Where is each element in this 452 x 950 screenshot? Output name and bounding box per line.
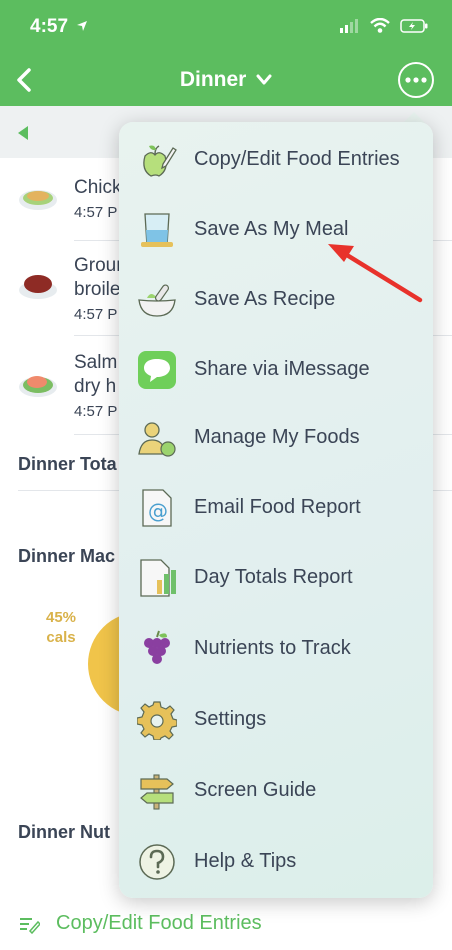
beef-thumbnail [19,275,57,299]
location-icon [77,21,87,31]
previous-arrow-icon[interactable] [18,126,28,140]
menu-item-label: Nutrients to Track [194,637,351,659]
chicken-thumbnail [19,190,57,210]
menu-item-label: Settings [194,708,267,730]
food-time: 4:57 P [74,306,118,323]
menu-item-label: Save As Recipe [194,288,336,310]
menu-item-label: Manage My Foods [194,426,360,448]
email-document-icon: @ [142,489,172,527]
status-time: 4:57 [30,16,69,37]
glass-icon [141,213,173,247]
food-time: 4:57 P [74,403,118,420]
dinner-nutrients-heading: Dinner Nut [18,822,110,842]
macro-unit: cals [46,629,76,646]
menu-item-nutrients-track[interactable]: Nutrients to Track [119,619,433,679]
signal-icon [340,18,358,33]
battery-icon [400,18,428,33]
menu-item-email-report[interactable]: @ Email Food Report [119,478,433,538]
status-bar: 4:57 [0,0,452,56]
apple-pencil-icon [143,145,177,177]
salmon-thumbnail [19,376,57,397]
grapes-icon [144,630,170,664]
menu-item-day-totals[interactable]: Day Totals Report [119,548,433,608]
macro-percent: 45% [45,609,77,626]
menu-item-label: Help & Tips [194,850,297,872]
food-name: Salm dry h [74,352,118,397]
dinner-totals-heading: Dinner Tota [18,454,117,474]
more-options-button[interactable] [398,62,434,98]
signpost-icon [140,774,174,810]
menu-item-help-tips[interactable]: Help & Tips [119,832,433,892]
svg-text:@: @ [148,499,168,523]
menu-item-label: Email Food Report [194,496,361,518]
chevron-down-icon [256,74,272,85]
copy-edit-link[interactable]: Copy/Edit Food Entries [18,912,262,935]
wifi-icon [370,18,390,33]
menu-item-screen-guide[interactable]: Screen Guide [119,761,433,821]
food-name: Chick [74,177,122,198]
menu-item-label: Share via iMessage [194,358,370,380]
nav-title-dropdown[interactable]: Dinner [0,68,452,92]
menu-item-label: Day Totals Report [194,566,353,588]
bar-report-icon [140,559,176,597]
nav-title: Dinner [179,68,247,91]
status-icons [340,18,428,33]
gear-icon [137,701,177,740]
person-apple-icon [138,422,176,457]
annotation-arrow-icon [328,244,423,303]
menu-item-settings[interactable]: Settings [119,690,433,750]
food-time: 4:57 P [74,204,118,221]
nav-bar: Dinner [0,56,452,106]
dinner-macros-heading: Dinner Mac [18,546,116,566]
menu-item-label: Copy/Edit Food Entries [194,148,400,170]
message-bubble-icon [138,351,176,389]
menu-item-label: Screen Guide [194,779,317,801]
menu-item-manage-foods[interactable]: Manage My Foods [119,408,433,468]
menu-item-share-imessage[interactable]: Share via iMessage [119,340,433,400]
ellipsis-icon [405,77,427,83]
menu-item-copy-edit[interactable]: Copy/Edit Food Entries [119,130,433,190]
mortar-bowl-icon [138,284,176,317]
edit-list-icon [20,917,40,934]
question-icon [139,844,175,880]
copy-edit-label: Copy/Edit Food Entries [56,912,262,934]
